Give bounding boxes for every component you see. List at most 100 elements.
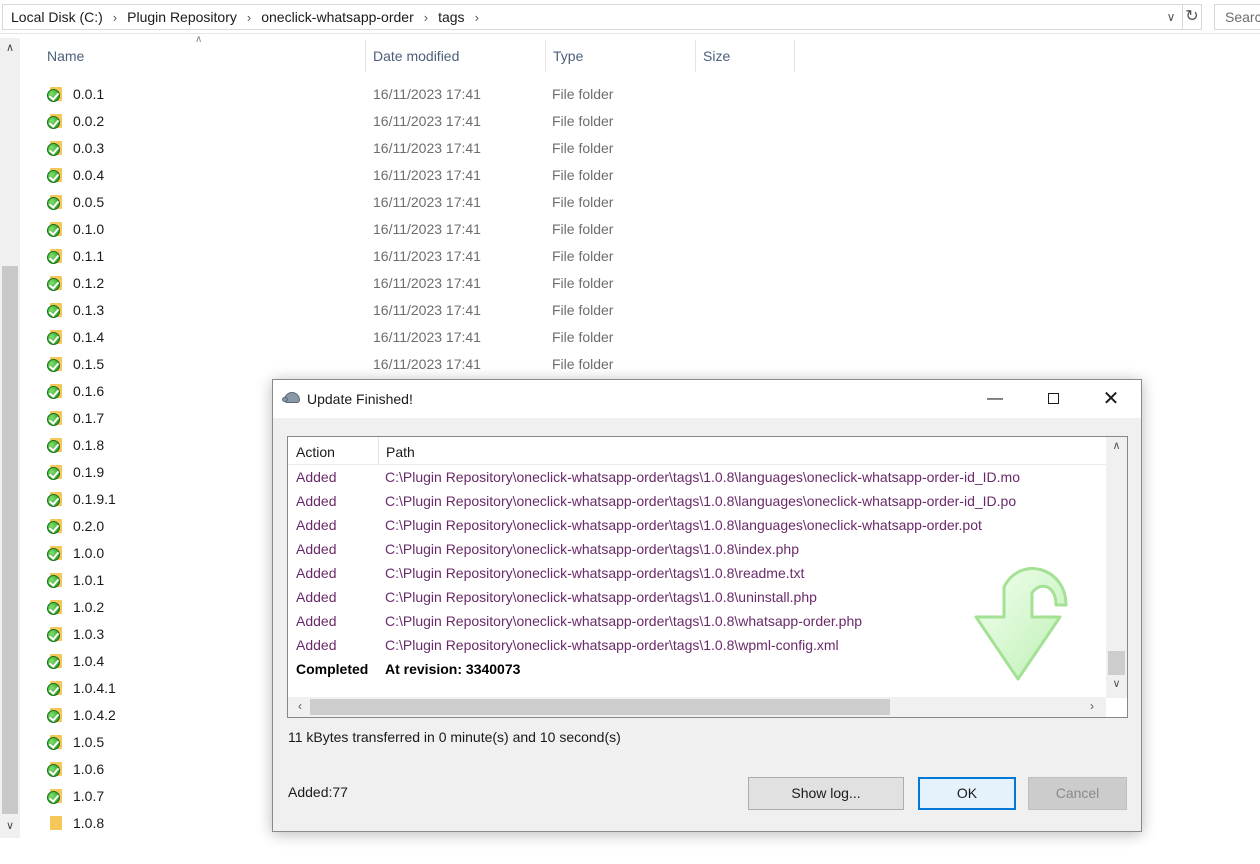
tortoise-icon <box>282 390 302 406</box>
refresh-icon[interactable]: ↻ <box>1182 4 1202 30</box>
log-action: Added <box>296 589 337 605</box>
folder-ok-icon <box>47 86 63 102</box>
file-type: File folder <box>552 167 614 183</box>
log-row[interactable]: Added C:\Plugin Repository\oneclick-whats… <box>288 465 1108 489</box>
show-log-button[interactable]: Show log... <box>748 777 904 810</box>
scrollbar-thumb[interactable] <box>2 266 18 814</box>
breadcrumb-item-plugin[interactable]: oneclick-whatsapp-order <box>253 9 422 25</box>
file-row[interactable]: 0.0.4 16/11/2023 17:41 File folder <box>44 163 744 190</box>
scrollbar-thumb[interactable] <box>310 699 890 715</box>
folder-ok-icon <box>47 788 63 804</box>
breadcrumb[interactable]: Local Disk (C:) › Plugin Repository › on… <box>2 4 1182 30</box>
file-name: 1.0.6 <box>73 761 105 777</box>
folder-ok-icon <box>47 221 63 237</box>
scroll-up-icon[interactable]: ∧ <box>0 38 20 58</box>
file-row[interactable]: 0.1.2 16/11/2023 17:41 File folder <box>44 271 744 298</box>
file-type: File folder <box>552 356 614 372</box>
breadcrumb-item-drive[interactable]: Local Disk (C:) <box>3 9 111 25</box>
maximize-button[interactable] <box>1024 380 1082 418</box>
file-name: 1.0.0 <box>73 545 105 561</box>
update-arrow-icon <box>974 567 1068 681</box>
file-row[interactable]: 0.1.1 16/11/2023 17:41 File folder <box>44 244 744 271</box>
breadcrumb-item-repo[interactable]: Plugin Repository <box>119 9 245 25</box>
scrollbar-thumb[interactable] <box>1108 651 1125 675</box>
column-header-type[interactable]: Type <box>545 40 695 72</box>
folder-ok-icon <box>47 302 63 318</box>
scroll-down-icon[interactable]: ∨ <box>1106 677 1127 695</box>
log-path: C:\Plugin Repository\oneclick-whatsapp-o… <box>385 637 839 653</box>
file-type: File folder <box>552 329 614 345</box>
folder-ok-icon <box>47 356 63 372</box>
folder-ok-icon <box>47 491 63 507</box>
file-date: 16/11/2023 17:41 <box>373 248 481 264</box>
file-row[interactable]: 0.0.3 16/11/2023 17:41 File folder <box>44 136 744 163</box>
cancel-button[interactable]: Cancel <box>1028 777 1127 810</box>
folder-ok-icon <box>47 113 63 129</box>
search-input[interactable]: Search <box>1214 4 1260 30</box>
chevron-right-icon[interactable]: › <box>473 10 481 25</box>
column-header-name[interactable]: Name <box>47 40 365 72</box>
file-date: 16/11/2023 17:41 <box>373 356 481 372</box>
file-type: File folder <box>552 275 614 291</box>
log-row[interactable]: Added C:\Plugin Repository\oneclick-whats… <box>288 489 1108 513</box>
file-type: File folder <box>552 86 614 102</box>
file-date: 16/11/2023 17:41 <box>373 86 481 102</box>
address-bar: Local Disk (C:) › Plugin Repository › on… <box>0 0 1260 34</box>
folder-ok-icon <box>47 437 63 453</box>
log-horizontal-scrollbar[interactable]: ‹ › <box>288 697 1106 717</box>
folder-ok-icon <box>47 734 63 750</box>
file-name: 1.0.7 <box>73 788 105 804</box>
file-name: 1.0.4 <box>73 653 105 669</box>
file-row[interactable]: 0.0.1 16/11/2023 17:41 File folder <box>44 82 744 109</box>
chevron-right-icon[interactable]: › <box>245 10 253 25</box>
log-row[interactable]: Added C:\Plugin Repository\oneclick-whats… <box>288 513 1108 537</box>
close-button[interactable]: ✕ <box>1082 380 1140 418</box>
column-header-path[interactable]: Path <box>378 437 415 465</box>
file-row[interactable]: 0.1.4 16/11/2023 17:41 File folder <box>44 325 744 352</box>
file-row[interactable]: 0.1.3 16/11/2023 17:41 File folder <box>44 298 744 325</box>
column-header-size[interactable]: Size <box>695 40 795 72</box>
ok-button[interactable]: OK <box>918 777 1016 810</box>
vertical-scrollbar[interactable]: ∧ ∨ <box>0 38 20 838</box>
log-vertical-scrollbar[interactable]: ∧ ∨ <box>1106 437 1127 698</box>
column-header-action[interactable]: Action <box>296 444 335 460</box>
transfer-summary: 11 kBytes transferred in 0 minute(s) and… <box>288 729 621 745</box>
chevron-right-icon[interactable]: › <box>111 10 119 25</box>
file-type: File folder <box>552 140 614 156</box>
file-row[interactable]: 0.1.5 16/11/2023 17:41 File folder <box>44 352 744 379</box>
log-action: Added <box>296 565 337 581</box>
update-finished-dialog: Update Finished! — ✕ Action Path Added C:… <box>272 379 1142 832</box>
minimize-button[interactable]: — <box>966 380 1024 418</box>
scroll-left-icon[interactable]: ‹ <box>292 699 308 715</box>
chevron-right-icon[interactable]: › <box>422 10 430 25</box>
file-name: 1.0.4.2 <box>73 707 116 723</box>
file-row[interactable]: 0.0.2 16/11/2023 17:41 File folder <box>44 109 744 136</box>
update-log-list[interactable]: Action Path Added C:\Plugin Repository\on… <box>287 436 1128 718</box>
scroll-down-icon[interactable]: ∨ <box>0 816 20 836</box>
file-name: 1.0.8 <box>73 815 105 831</box>
file-name: 1.0.5 <box>73 734 105 750</box>
file-row[interactable]: 0.1.0 16/11/2023 17:41 File folder <box>44 217 744 244</box>
breadcrumb-item-tags[interactable]: tags <box>430 9 472 25</box>
file-name: 0.1.1 <box>73 248 105 264</box>
file-date: 16/11/2023 17:41 <box>373 167 481 183</box>
file-date: 16/11/2023 17:41 <box>373 221 481 237</box>
file-date: 16/11/2023 17:41 <box>373 140 481 156</box>
dialog-title-bar[interactable]: Update Finished! — ✕ <box>273 380 1141 418</box>
file-type: File folder <box>552 113 614 129</box>
folder-ok-icon <box>47 626 63 642</box>
log-path: C:\Plugin Repository\oneclick-whatsapp-o… <box>385 565 805 581</box>
file-row[interactable]: 0.0.5 16/11/2023 17:41 File folder <box>44 190 744 217</box>
folder-ok-icon <box>47 572 63 588</box>
chevron-down-icon[interactable]: ∨ <box>1162 8 1180 26</box>
scroll-up-icon[interactable]: ∧ <box>1106 439 1127 457</box>
column-header-date[interactable]: Date modified <box>365 40 545 72</box>
file-name: 1.0.4.1 <box>73 680 116 696</box>
scroll-right-icon[interactable]: › <box>1084 699 1100 715</box>
folder-ok-icon <box>47 383 63 399</box>
file-name: 0.1.7 <box>73 410 105 426</box>
log-path: C:\Plugin Repository\oneclick-whatsapp-o… <box>385 493 1017 509</box>
file-date: 16/11/2023 17:41 <box>373 275 481 291</box>
folder-ok-icon <box>47 194 63 210</box>
file-name: 0.1.0 <box>73 221 105 237</box>
